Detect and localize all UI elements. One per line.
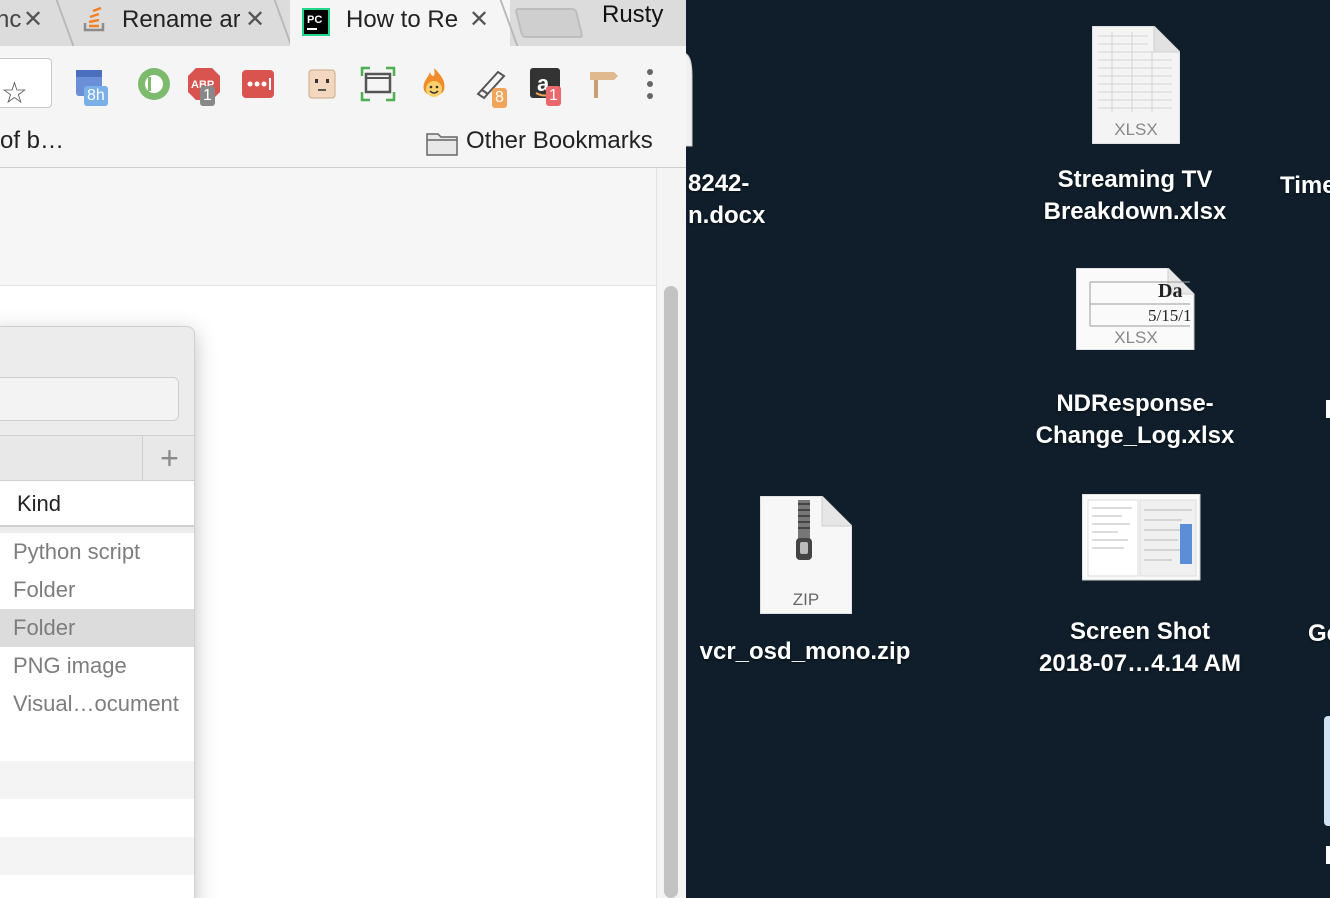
extension-badge: 1 [546, 86, 561, 106]
empty-row [0, 723, 194, 761]
tab-truncated[interactable]: nc ✕ [0, 0, 56, 40]
file-dialog: + Kind Python script Folder Folder PNG i… [0, 326, 195, 898]
ndresponse-file-label[interactable]: NDResponse- Change_Log.xlsx [1020, 388, 1250, 452]
stackoverflow-icon [82, 6, 108, 32]
xlsx-file-icon[interactable]: XLSX [1091, 25, 1181, 149]
label-line: 2018-07…4.14 AM [1039, 650, 1241, 677]
address-bar[interactable]: ☆ [0, 58, 52, 109]
file-type-label: XLSX [1114, 328, 1158, 347]
label-line: Time [1280, 172, 1330, 199]
label-line: 8242- [688, 170, 750, 197]
preview-text: 5/15/1 [1148, 306, 1192, 325]
empty-row [0, 761, 194, 799]
add-button[interactable]: + [142, 436, 194, 480]
profile-name[interactable]: Rusty [602, 0, 663, 30]
calendar-extension-icon[interactable]: 8h [74, 66, 110, 106]
label-line: NDResponse- [1056, 390, 1214, 417]
tab-title: How to Re [346, 6, 459, 33]
label-line: Change_Log.xlsx [1035, 422, 1235, 449]
close-icon[interactable]: ✕ [244, 0, 266, 40]
list-item[interactable]: Visual…ocument [0, 685, 194, 723]
label-line: Breakdown.xlsx [1043, 198, 1227, 225]
list-item[interactable]: Folder [0, 609, 194, 647]
tab-how-to[interactable]: PC How to Re ✕ [290, 0, 510, 46]
partial-file-icon[interactable] [1324, 716, 1330, 826]
signpost-extension-icon[interactable] [586, 66, 622, 102]
face-extension-icon[interactable] [304, 66, 340, 102]
id-extension-icon[interactable] [136, 66, 172, 102]
label-line: Ge [1308, 620, 1330, 647]
vcr-zip-file-label[interactable]: vcr_osd_mono.zip [690, 636, 920, 668]
close-icon[interactable]: ✕ [468, 0, 490, 40]
label-line: Screen Shot [1069, 618, 1211, 645]
extension-badge: 8 [492, 88, 507, 108]
bookmarks-bar: of b… Other Bookmarks [0, 120, 686, 168]
xlsx-file-icon[interactable]: Da 5/15/1 XLSX [1075, 267, 1196, 355]
docx-file-label[interactable]: 8242- n.docx [688, 168, 765, 232]
close-icon[interactable]: ✕ [22, 0, 44, 40]
file-type-label: ZIP [792, 590, 820, 609]
pen-extension-icon[interactable]: 8 [474, 66, 510, 108]
screenshot-extension-icon[interactable] [360, 66, 396, 102]
adblock-extension-icon[interactable]: ABP 1 [186, 66, 222, 106]
label-line: Streaming TV [1057, 166, 1213, 193]
tab-strip: nc ✕ Rename ar ✕ PC How to Re ✕ Rusty [0, 0, 686, 46]
browser-window: nc ✕ Rename ar ✕ PC How to Re ✕ Rusty ☆ … [0, 0, 686, 898]
search-input[interactable] [0, 377, 179, 421]
dialog-tab-bar: + [0, 435, 194, 481]
g-file-label[interactable]: Ge [1308, 618, 1330, 650]
list-item[interactable]: Python script [0, 533, 194, 571]
extension-badge: 1 [200, 86, 215, 106]
file-type-label: XLSX [1114, 120, 1158, 139]
other-bookmarks-link[interactable]: Other Bookmarks [466, 126, 653, 156]
lastpass-extension-icon[interactable] [240, 66, 276, 102]
cutoff-mark [1326, 846, 1330, 864]
cutoff-mark [1326, 400, 1330, 418]
time-file-label[interactable]: Time [1280, 170, 1330, 202]
zip-file-icon[interactable]: ZIP [759, 495, 853, 619]
browser-toolbar: ☆ 8h ABP 1 8 a 1 [0, 46, 686, 120]
label-line: vcr_osd_mono.zip [699, 638, 911, 665]
tab-title: Rename ar [122, 6, 240, 33]
empty-row [0, 875, 194, 898]
amazon-extension-icon[interactable]: a 1 [530, 66, 566, 106]
folder-icon [426, 130, 458, 156]
hola-extension-icon[interactable] [416, 66, 452, 102]
streaming-tv-file-label[interactable]: Streaming TV Breakdown.xlsx [1030, 164, 1240, 228]
extension-badge: 8h [84, 86, 108, 106]
label-line: n.docx [688, 202, 766, 229]
preview-text: Da [1158, 280, 1183, 302]
list-item[interactable]: Folder [0, 571, 194, 609]
scrollbar-thumb[interactable] [664, 286, 678, 898]
empty-row [0, 799, 194, 837]
desktop: 8242- n.docx XLSX Streaming TV Breakdown… [686, 0, 1330, 898]
list-item[interactable]: PNG image [0, 647, 194, 685]
page-header-area [0, 168, 656, 286]
new-tab-button[interactable] [514, 8, 584, 38]
screenshot-file-label[interactable]: Screen Shot 2018-07…4.14 AM [1020, 616, 1260, 680]
tab-rename[interactable]: Rename ar ✕ [72, 0, 272, 40]
column-header: Kind [0, 481, 194, 527]
docx-file-icon[interactable] [686, 52, 702, 153]
pycharm-icon: PC [302, 8, 330, 36]
column-kind-header[interactable]: Kind [17, 491, 61, 517]
more-menu-icon[interactable] [638, 66, 662, 102]
svg-text:PC: PC [307, 14, 322, 26]
bookmark-item[interactable]: of b… [0, 126, 64, 156]
empty-row [0, 837, 194, 875]
bookmark-star-icon[interactable]: ☆ [1, 79, 28, 109]
screenshot-file-icon[interactable] [1081, 493, 1202, 587]
